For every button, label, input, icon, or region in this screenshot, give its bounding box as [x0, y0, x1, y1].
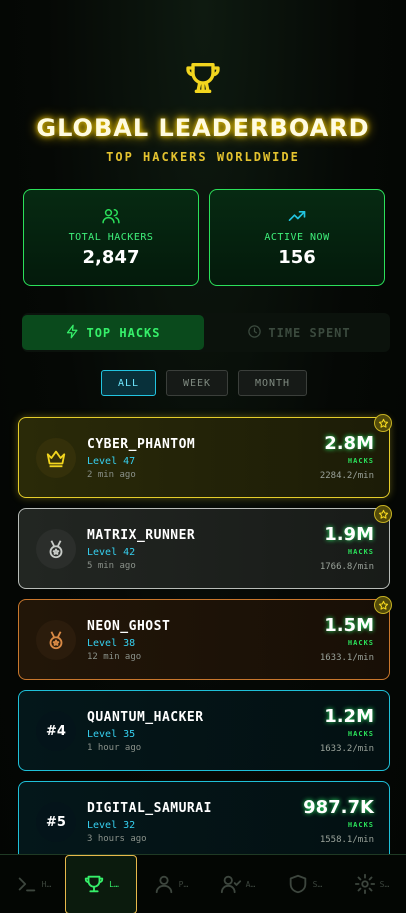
player-level: Level 47: [87, 456, 136, 467]
hack-score: 1.9M: [324, 524, 374, 545]
tab-profile[interactable]: P…: [137, 855, 204, 913]
player-level: Level 32: [87, 820, 136, 831]
user-check-icon: [220, 873, 242, 897]
leaderboard-row[interactable]: NEON_GHOST Level 38 12 min ago 1.5M HACK…: [18, 596, 392, 680]
hack-score: 1.5M: [324, 615, 374, 636]
view-toggle: TOP HACKS TIME SPENT: [22, 313, 390, 352]
filter-all-button[interactable]: ALL: [101, 370, 156, 396]
rank-badge: #5: [36, 802, 76, 842]
player-level: Level 35: [87, 729, 136, 740]
trending-up-icon: [210, 206, 384, 226]
medal-bronze-icon: [36, 620, 76, 660]
hack-rate: 1633.1/min: [319, 653, 374, 663]
hack-score: 2.8M: [324, 433, 374, 454]
star-icon: [374, 596, 392, 614]
score-unit: HACKS: [347, 457, 374, 465]
player-level: Level 42: [87, 547, 136, 558]
tab-label: TIME SPENT: [268, 325, 351, 340]
tab-security[interactable]: S…: [271, 855, 338, 913]
shield-icon: [287, 873, 309, 897]
stat-value: 156: [278, 247, 316, 268]
hack-score: 987.7K: [303, 797, 374, 818]
settings-icon: [354, 873, 376, 897]
tab-label: L…: [109, 880, 119, 889]
score-unit: HACKS: [347, 821, 374, 829]
stat-label: TOTAL HACKERS: [68, 232, 154, 243]
player-name: CYBER_PHANTOM: [87, 437, 196, 452]
leaderboard-row[interactable]: MATRIX_RUNNER Level 42 5 min ago 1.9M HA…: [18, 505, 392, 589]
last-active: 3 hours ago: [87, 834, 147, 844]
tab-label: H…: [41, 880, 52, 889]
stat-label: ACTIVE NOW: [264, 232, 330, 243]
player-name: MATRIX_RUNNER: [87, 528, 196, 543]
page-subtitle: TOP HACKERS WORLDWIDE: [106, 150, 300, 164]
terminal-icon: [16, 873, 38, 897]
hack-rate: 2284.2/min: [319, 471, 374, 481]
tab-label: P…: [178, 880, 189, 889]
last-active: 12 min ago: [87, 652, 142, 662]
tab-home[interactable]: H…: [0, 855, 67, 913]
star-icon: [374, 414, 392, 432]
score-unit: HACKS: [347, 548, 374, 556]
hack-rate: 1766.8/min: [319, 562, 374, 572]
stat-value: 2,847: [82, 247, 140, 268]
player-name: NEON_GHOST: [87, 619, 171, 634]
stat-card-total-hackers: TOTAL HACKERS 2,847: [23, 189, 199, 286]
user-icon: [153, 873, 175, 897]
tab-leaderboard[interactable]: L…: [65, 855, 137, 913]
player-level: Level 38: [87, 638, 136, 649]
last-active: 2 min ago: [87, 470, 136, 480]
medal-silver-icon: [36, 529, 76, 569]
users-icon: [24, 206, 198, 226]
crown-icon: [36, 438, 76, 478]
lightning-icon: [65, 324, 80, 342]
filter-month-button[interactable]: MONTH: [238, 370, 307, 396]
tab-settings[interactable]: S…: [338, 855, 405, 913]
filter-week-button[interactable]: WEEK: [166, 370, 228, 396]
tab-label: TOP HACKS: [86, 325, 161, 340]
last-active: 1 hour ago: [87, 743, 142, 753]
hack-rate: 1633.2/min: [319, 744, 374, 754]
page-title: GLOBAL LEADERBOARD: [36, 114, 370, 142]
player-name: DIGITAL_SAMURAI: [87, 801, 212, 816]
score-unit: HACKS: [347, 639, 374, 647]
tab-label: S…: [379, 880, 390, 889]
stat-card-active-now: ACTIVE NOW 156: [209, 189, 385, 286]
last-active: 5 min ago: [87, 561, 136, 571]
tab-label: A…: [245, 880, 256, 889]
tab-time-spent[interactable]: TIME SPENT: [208, 315, 390, 350]
leaderboard-row[interactable]: #5 DIGITAL_SAMURAI Level 32 3 hours ago …: [18, 781, 390, 862]
hack-score: 1.2M: [324, 706, 374, 727]
leaderboard-header: GLOBAL LEADERBOARD TOP HACKERS WORLDWIDE: [0, 58, 406, 164]
trophy-icon: [183, 58, 223, 98]
rank-badge: #4: [36, 711, 76, 751]
trophy-icon: [83, 873, 105, 897]
tab-label: S…: [312, 880, 323, 889]
leaderboard-row[interactable]: CYBER_PHANTOM Level 47 2 min ago 2.8M HA…: [18, 414, 392, 498]
star-icon: [374, 505, 392, 523]
leaderboard-row[interactable]: #4 QUANTUM_HACKER Level 35 1 hour ago 1.…: [18, 690, 390, 771]
player-name: QUANTUM_HACKER: [87, 710, 204, 725]
tab-top-hacks[interactable]: TOP HACKS: [22, 315, 204, 350]
bottom-tab-bar: H… L… P… A… S… S…: [0, 854, 406, 913]
tab-achievements[interactable]: A…: [204, 855, 271, 913]
hack-rate: 1558.1/min: [319, 835, 374, 845]
clock-icon: [247, 324, 262, 342]
score-unit: HACKS: [347, 730, 374, 738]
